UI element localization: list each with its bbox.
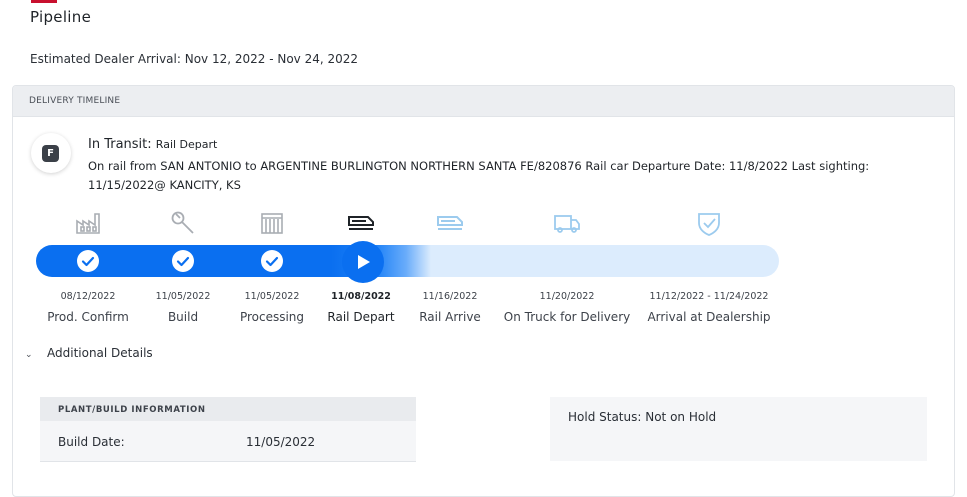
check-icon: [172, 250, 194, 272]
build-date-value: 11/05/2022: [246, 435, 316, 449]
progress-track: [36, 245, 779, 277]
factory-icon: [73, 209, 103, 237]
vehicle-avatar: F: [31, 133, 71, 173]
transit-status-title: In Transit:: [88, 137, 152, 152]
transit-status: In Transit: Rail Depart: [88, 137, 217, 152]
step-date: 11/20/2022: [539, 291, 595, 302]
step-date: 11/12/2022 - 11/24/2022: [649, 291, 769, 302]
current-step-play-icon: [342, 241, 384, 283]
processing-icon: [257, 209, 287, 237]
delivery-timeline-card: DELIVERY TIMELINE F In Transit: Rail Dep…: [12, 85, 955, 497]
hold-status: Hold Status: Not on Hold: [568, 410, 717, 424]
truck-icon: [552, 209, 582, 237]
plant-build-header: PLANT/BUILD INFORMATION: [40, 397, 416, 421]
check-icon: [261, 250, 283, 272]
check-icon: [77, 250, 99, 272]
step-label: Arrival at Dealership: [647, 310, 771, 324]
delivery-timeline-header: DELIVERY TIMELINE: [13, 86, 954, 117]
build-date-row: Build Date: 11/05/2022: [40, 421, 416, 462]
transit-status-description: On rail from SAN ANTONIO to ARGENTINE BU…: [88, 159, 870, 192]
build-date-label: Build Date:: [58, 435, 125, 449]
wrench-icon: [168, 209, 198, 237]
brand-logo-bar: [31, 0, 57, 3]
rail-car-icon: [435, 209, 465, 237]
plant-build-info: PLANT/BUILD INFORMATION Build Date: 11/0…: [40, 397, 416, 462]
transit-status-subtitle: Rail Depart: [155, 138, 218, 151]
page-title: Pipeline: [30, 8, 92, 26]
rail-car-icon: [346, 209, 376, 237]
plant-build-title: PLANT/BUILD INFORMATION: [58, 405, 206, 415]
brand-badge: F: [42, 145, 59, 162]
chevron-down-icon: ⌄: [25, 350, 33, 360]
hold-status-box: Hold Status: Not on Hold: [550, 397, 927, 461]
delivery-timeline-title: DELIVERY TIMELINE: [29, 96, 121, 106]
estimated-dealer-arrival: Estimated Dealer Arrival: Nov 12, 2022 -…: [30, 52, 359, 66]
shield-check-icon: [694, 209, 724, 237]
additional-details-toggle[interactable]: ⌄ Additional Details: [25, 346, 153, 360]
step-label: On Truck for Delivery: [503, 310, 631, 324]
additional-details-label: Additional Details: [47, 346, 153, 360]
